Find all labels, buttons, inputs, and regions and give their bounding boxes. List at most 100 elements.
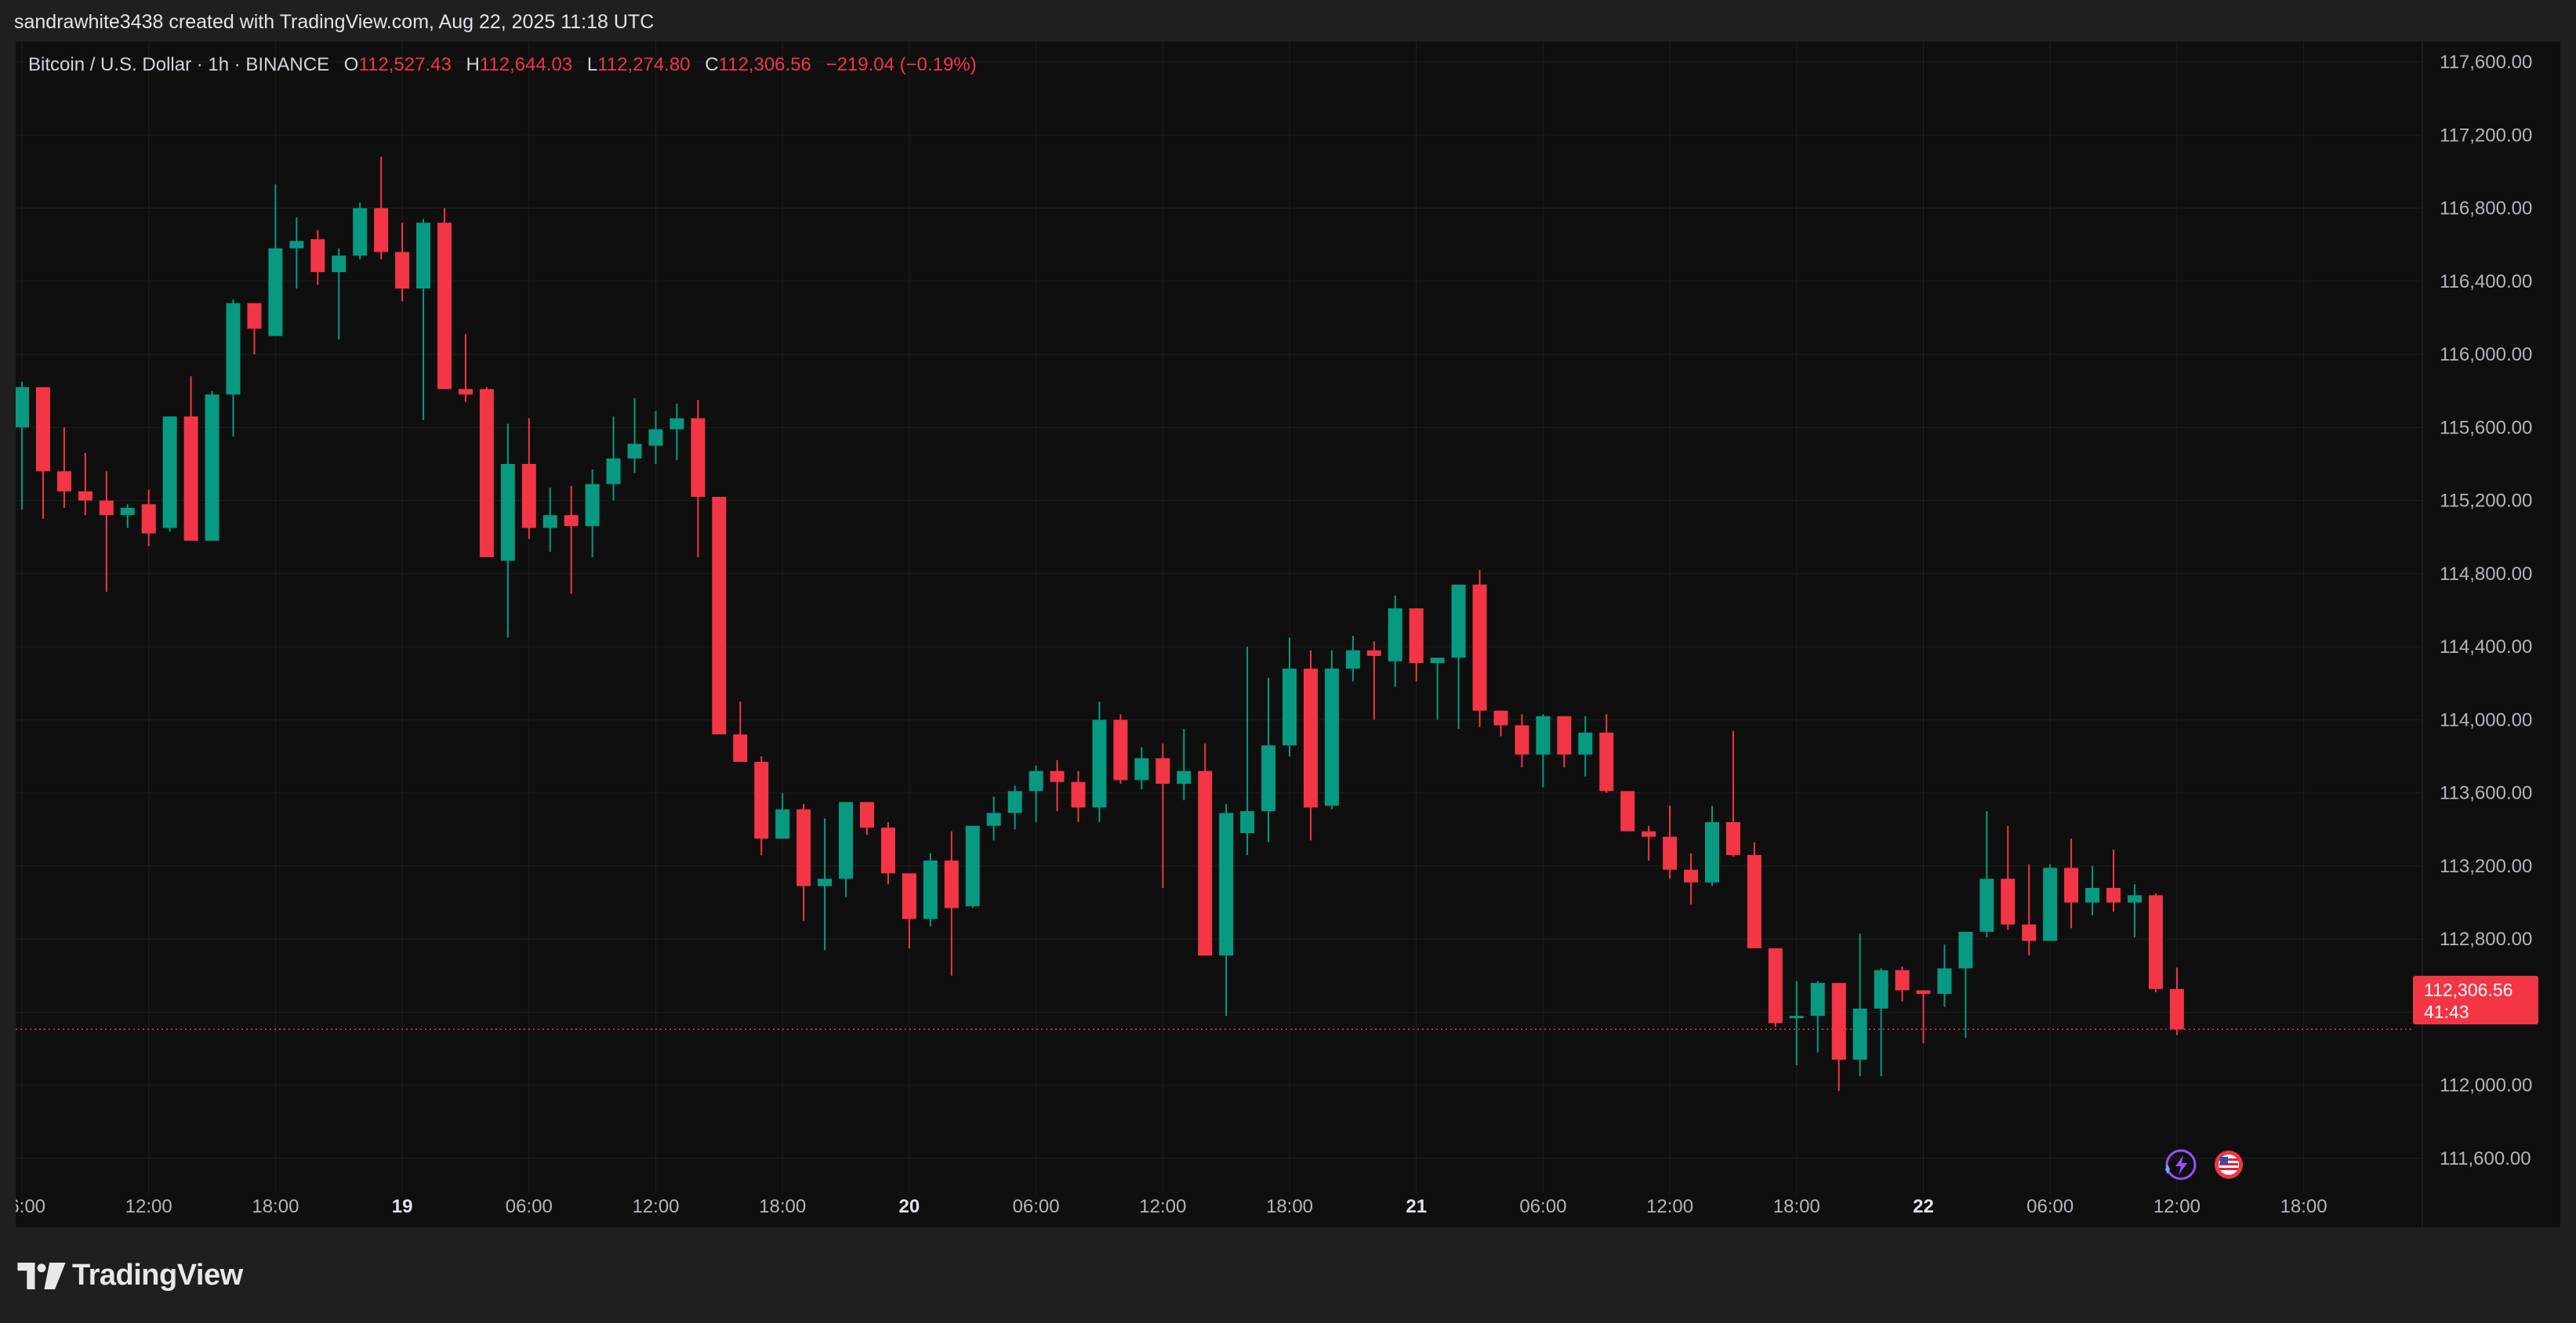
candle-up[interactable]	[332, 248, 346, 340]
candle-down[interactable]	[2064, 838, 2079, 929]
candle-up[interactable]	[1177, 729, 1192, 800]
candle-down[interactable]	[564, 485, 579, 594]
candle-up[interactable]	[965, 825, 980, 908]
candle-up[interactable]	[1388, 595, 1402, 687]
ohlc-legend[interactable]: Bitcoin / U.S. Dollar · 1h · BINANCE O11…	[28, 54, 977, 76]
candle-up[interactable]	[1451, 584, 1466, 730]
candle-down[interactable]	[1831, 983, 1846, 1091]
candle-down[interactable]	[944, 831, 959, 976]
lightning-event-icon[interactable]	[2165, 1149, 2197, 1180]
candle-up[interactable]	[1283, 637, 1297, 757]
us-flag-event-icon[interactable]	[2215, 1151, 2243, 1179]
candle-up[interactable]	[606, 416, 621, 501]
candle-up[interactable]	[205, 390, 220, 541]
candle-down[interactable]	[35, 387, 50, 519]
candle-down[interactable]	[1303, 650, 1318, 841]
candle-up[interactable]	[2043, 864, 2058, 941]
candle-up[interactable]	[162, 416, 177, 532]
candle-down[interactable]	[2022, 864, 2037, 956]
candle-up[interactable]	[648, 411, 663, 464]
candle-up[interactable]	[923, 853, 938, 926]
candle-down[interactable]	[1747, 842, 1761, 948]
candle-up[interactable]	[1324, 650, 1339, 810]
candle-down[interactable]	[1472, 570, 1487, 727]
candle-down[interactable]	[141, 489, 156, 546]
candle-up[interactable]	[1345, 636, 1360, 682]
candle-down[interactable]	[1071, 770, 1086, 822]
candle-up[interactable]	[353, 202, 368, 259]
candle-up[interactable]	[986, 796, 1001, 841]
candle-down[interactable]	[2106, 849, 2121, 912]
candle-up[interactable]	[1430, 658, 1445, 720]
candle-down[interactable]	[1916, 990, 1931, 1044]
candle-down[interactable]	[1768, 948, 1783, 1028]
candle-up[interactable]	[1979, 810, 1994, 937]
candle-up[interactable]	[226, 299, 241, 437]
candle-up[interactable]	[1578, 716, 1593, 777]
candle-up[interactable]	[585, 469, 600, 557]
candle-down[interactable]	[521, 418, 536, 539]
candle-down[interactable]	[880, 821, 895, 885]
candle-down[interactable]	[479, 387, 494, 557]
candle-down[interactable]	[1895, 966, 1910, 1002]
candle-down[interactable]	[1642, 825, 1656, 861]
candle-down[interactable]	[78, 452, 93, 516]
candle-down[interactable]	[1198, 743, 1213, 956]
candle-up[interactable]	[1789, 980, 1804, 1066]
candle-down[interactable]	[712, 496, 727, 735]
candle-down[interactable]	[860, 802, 874, 835]
candle-up[interactable]	[775, 792, 790, 839]
candle-up[interactable]	[268, 184, 283, 336]
candle-down[interactable]	[458, 334, 473, 402]
candle-down[interactable]	[1113, 714, 1128, 785]
candle-up[interactable]	[2128, 884, 2142, 937]
candle-down[interactable]	[691, 400, 706, 557]
candle-up[interactable]	[1029, 765, 1043, 822]
candle-down[interactable]	[1557, 716, 1572, 768]
symbol-title[interactable]: Bitcoin / U.S. Dollar · 1h · BINANCE	[28, 54, 329, 75]
candle-up[interactable]	[1007, 785, 1022, 830]
chart-panel[interactable]: 111,600.00112,000.00112,400.00112,800.00…	[16, 42, 2560, 1227]
candle-up[interactable]	[120, 504, 135, 528]
candle-down[interactable]	[310, 230, 325, 285]
candle-down[interactable]	[2169, 967, 2184, 1035]
candle-down[interactable]	[2148, 893, 2163, 992]
candle-up[interactable]	[416, 219, 431, 421]
candle-down[interactable]	[437, 208, 452, 390]
candle-down[interactable]	[1620, 791, 1635, 832]
candle-up[interactable]	[818, 818, 833, 951]
candle-down[interactable]	[1366, 641, 1381, 720]
candle-down[interactable]	[1493, 710, 1508, 737]
candle-up[interactable]	[1852, 933, 1867, 1077]
candle-up[interactable]	[1958, 931, 1973, 1038]
candle-up[interactable]	[2085, 865, 2100, 915]
price-chart[interactable]: 111,600.00112,000.00112,400.00112,800.00…	[16, 42, 2560, 1227]
candle-up[interactable]	[627, 398, 642, 473]
candle-up[interactable]	[289, 217, 304, 289]
candle-up[interactable]	[1219, 803, 1234, 1017]
candle-down[interactable]	[2001, 825, 2015, 930]
candle-down[interactable]	[1050, 759, 1065, 811]
candle-up[interactable]	[669, 404, 684, 461]
candle-up[interactable]	[1536, 714, 1551, 788]
candle-up[interactable]	[542, 488, 557, 552]
candle-down[interactable]	[902, 873, 916, 948]
candle-down[interactable]	[247, 303, 262, 355]
candle-up[interactable]	[16, 382, 29, 510]
candle-up[interactable]	[1240, 647, 1255, 855]
candle-down[interactable]	[1684, 853, 1699, 904]
candle-down[interactable]	[1725, 730, 1740, 857]
tradingview-logo[interactable]: TradingView	[17, 1259, 243, 1292]
candle-up[interactable]	[1134, 747, 1149, 790]
candle-up[interactable]	[500, 423, 515, 638]
candle-up[interactable]	[1261, 677, 1276, 843]
candle-up[interactable]	[1874, 968, 1888, 1077]
candle-down[interactable]	[796, 803, 811, 921]
candle-up[interactable]	[839, 802, 854, 897]
candle-down[interactable]	[733, 701, 748, 763]
candle-up[interactable]	[1705, 805, 1719, 886]
candle-down[interactable]	[1515, 714, 1529, 768]
candle-down[interactable]	[754, 756, 769, 855]
candle-down[interactable]	[1663, 805, 1678, 879]
candle-down[interactable]	[1599, 714, 1614, 793]
